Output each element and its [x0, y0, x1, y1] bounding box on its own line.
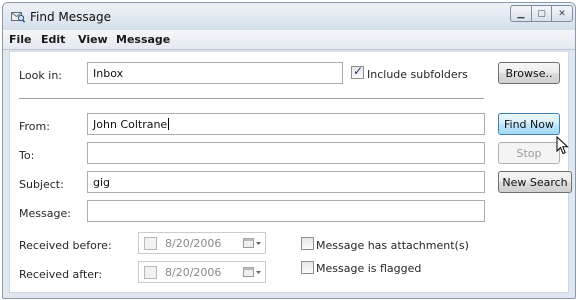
- message-label: Message:: [19, 207, 71, 220]
- find-now-button[interactable]: Find Now: [498, 113, 560, 135]
- from-field[interactable]: John Coltrane: [87, 113, 485, 135]
- subject-label: Subject:: [19, 178, 64, 191]
- find-message-icon: [11, 12, 25, 23]
- received-after-checkbox[interactable]: [144, 266, 157, 279]
- minimize-button[interactable]: ▁: [510, 5, 532, 22]
- received-after-date: 8/20/2006: [165, 266, 222, 279]
- received-before-date: 8/20/2006: [165, 237, 222, 250]
- divider: [19, 98, 484, 100]
- menu-bar: File Edit View Message: [3, 30, 575, 50]
- stop-button[interactable]: Stop: [498, 142, 560, 164]
- received-after-label: Received after:: [19, 268, 103, 281]
- received-before-date-picker[interactable]: 8/20/2006: [138, 232, 266, 254]
- received-before-checkbox[interactable]: [144, 237, 157, 250]
- include-subfolders-label: Include subfolders: [367, 68, 468, 81]
- maximize-button[interactable]: ▢: [531, 5, 552, 22]
- menu-message[interactable]: Message: [116, 33, 170, 46]
- search-panel: Look in: Inbox Include subfolders Browse…: [9, 51, 572, 293]
- mouse-pointer-icon: [556, 136, 569, 155]
- include-subfolders-checkbox[interactable]: [351, 64, 364, 79]
- has-attachment-checkbox[interactable]: [301, 237, 314, 250]
- close-icon: ✕: [558, 8, 566, 19]
- menu-view[interactable]: View: [78, 33, 108, 46]
- new-search-button[interactable]: New Search: [498, 171, 572, 193]
- received-after-date-picker[interactable]: 8/20/2006: [138, 261, 266, 283]
- is-flagged-label: Message is flagged: [316, 262, 422, 275]
- look-in-field[interactable]: Inbox: [87, 62, 343, 84]
- to-field[interactable]: [87, 142, 485, 164]
- received-before-label: Received before:: [19, 239, 112, 252]
- window-title: Find Message: [30, 10, 111, 24]
- close-button[interactable]: ✕: [551, 5, 573, 22]
- minimize-icon: ▁: [517, 8, 525, 19]
- calendar-icon[interactable]: [243, 266, 262, 278]
- message-field[interactable]: [87, 200, 485, 222]
- to-label: To:: [19, 149, 35, 162]
- maximize-icon: ▢: [537, 8, 546, 19]
- from-value: John Coltrane: [93, 118, 168, 131]
- menu-edit[interactable]: Edit: [41, 33, 65, 46]
- from-label: From:: [19, 120, 50, 133]
- find-message-window: Find Message ▁ ▢ ✕ File Edit View Messag…: [2, 2, 576, 299]
- look-in-label: Look in:: [19, 69, 62, 82]
- title-bar[interactable]: Find Message ▁ ▢ ✕: [3, 3, 575, 30]
- is-flagged-checkbox[interactable]: [301, 261, 314, 274]
- browse-button[interactable]: Browse..: [498, 62, 560, 84]
- has-attachment-label: Message has attachment(s): [316, 239, 469, 252]
- menu-file[interactable]: File: [9, 33, 32, 46]
- text-caret: [168, 118, 170, 130]
- calendar-icon[interactable]: [243, 237, 262, 249]
- subject-field[interactable]: gig: [87, 171, 485, 193]
